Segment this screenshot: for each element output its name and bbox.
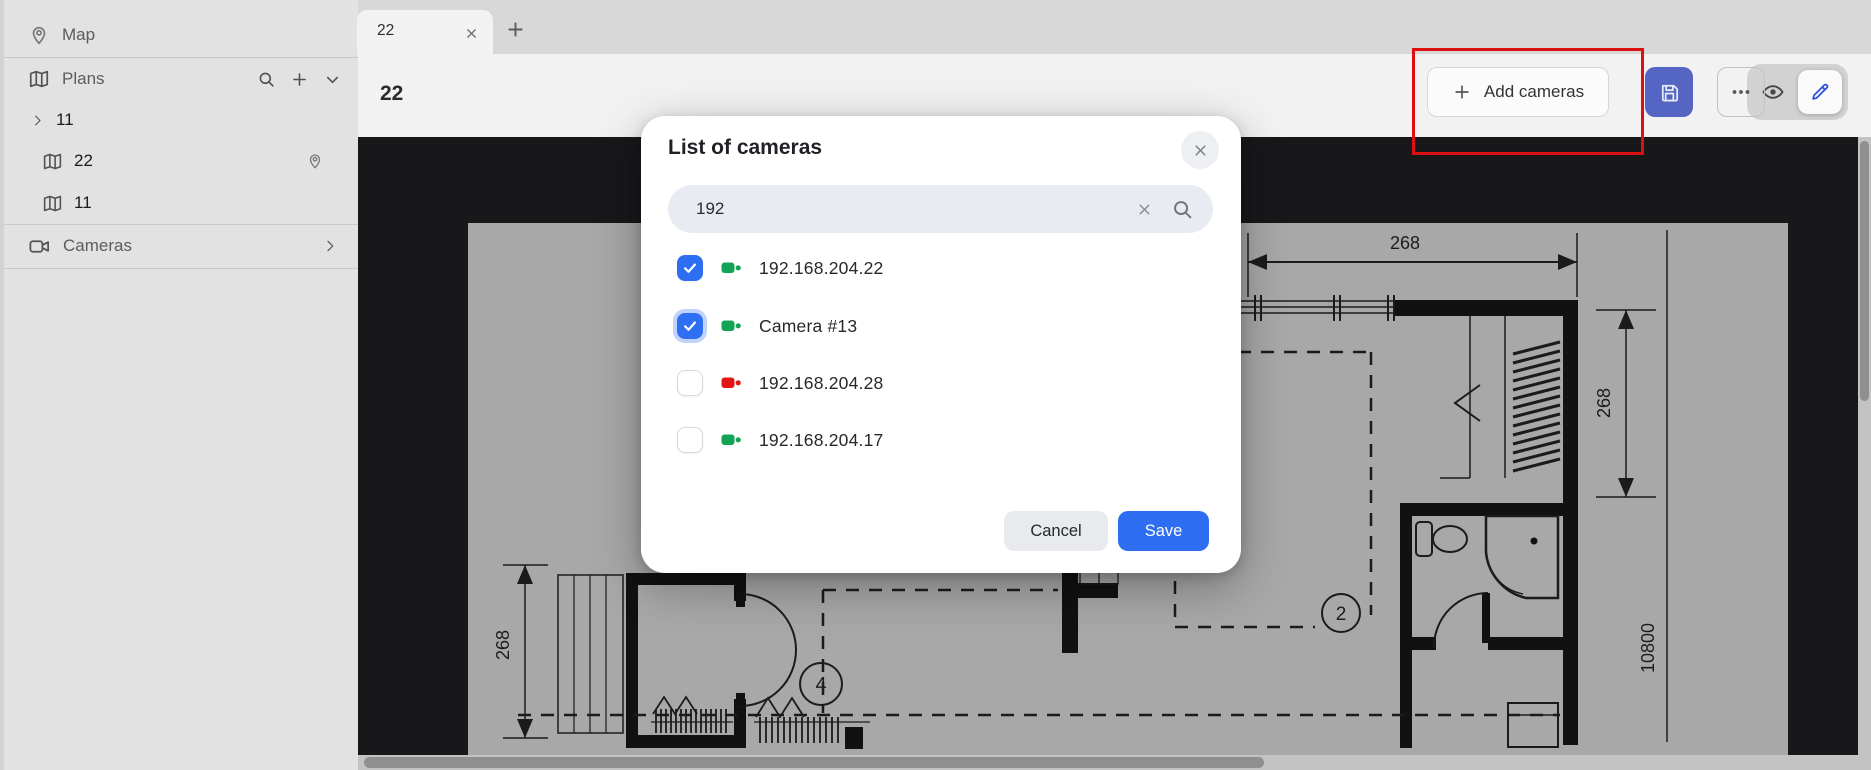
camera-name: 192.168.204.22: [759, 258, 883, 279]
camera-checkbox[interactable]: [677, 370, 703, 396]
camera-name: Camera #13: [759, 316, 857, 337]
plus-icon: [1452, 82, 1472, 102]
tree-item-label: 11: [56, 110, 74, 130]
sidebar-item-map[interactable]: Map: [4, 14, 358, 56]
chevron-right-icon[interactable]: [30, 113, 45, 128]
search-icon[interactable]: [257, 70, 276, 89]
edit-mode-pencil-icon[interactable]: [1798, 70, 1842, 114]
sidebar-cameras-label: Cameras: [63, 236, 132, 256]
sidebar-plans-label: Plans: [62, 69, 105, 89]
list-of-cameras-dialog: List of cameras 192.168.204.22: [641, 116, 1241, 573]
check-icon: [681, 259, 699, 277]
sidebar-tree-group-11[interactable]: 11: [4, 99, 358, 141]
cancel-button[interactable]: Cancel: [1004, 511, 1108, 551]
map-icon: [28, 68, 50, 90]
camera-checkbox[interactable]: [677, 427, 703, 453]
sidebar-item-cameras[interactable]: Cameras: [4, 225, 358, 267]
close-tab-icon[interactable]: [461, 23, 481, 43]
sidebar-item-plans[interactable]: Plans: [4, 58, 358, 100]
camera-status-icon: [721, 431, 742, 449]
sidebar-tree-plan-22[interactable]: 22: [4, 140, 358, 182]
save-button[interactable]: Save: [1118, 511, 1209, 551]
tab-bar: [358, 0, 1871, 54]
check-icon: [681, 317, 699, 335]
plan-dim-top: 268: [1390, 233, 1420, 253]
tree-item-label: 22: [74, 151, 93, 171]
sidebar: Map Plans 11: [0, 0, 358, 770]
camera-status-icon: [721, 259, 742, 277]
camera-list-item[interactable]: Camera #13: [668, 306, 1213, 346]
plan-dim-total: 10800: [1638, 623, 1658, 673]
scrollbar-thumb[interactable]: [1860, 141, 1869, 401]
location-pin-icon: [28, 24, 50, 46]
video-camera-icon: [28, 235, 51, 258]
more-options-button[interactable]: [1717, 67, 1765, 117]
ellipsis-icon: [1729, 80, 1753, 104]
camera-name: 192.168.204.17: [759, 430, 883, 451]
camera-list-item[interactable]: 192.168.204.17: [668, 420, 1213, 460]
camera-checkbox[interactable]: [677, 313, 703, 339]
close-icon[interactable]: [1181, 131, 1219, 169]
app-window: Map Plans 11: [0, 0, 1871, 770]
camera-list-item[interactable]: 192.168.204.22: [668, 248, 1213, 288]
add-cameras-button[interactable]: Add cameras: [1427, 67, 1609, 117]
clear-search-icon[interactable]: [1133, 198, 1155, 220]
chevron-right-icon[interactable]: [322, 238, 338, 254]
tree-item-label: 11: [74, 193, 92, 213]
location-pin-icon[interactable]: [306, 152, 324, 170]
camera-status-icon: [721, 317, 742, 335]
plan-dim-left: 268: [493, 630, 513, 660]
camera-status-icon: [721, 374, 742, 392]
add-plan-icon[interactable]: [290, 70, 309, 89]
page-title: 22: [380, 82, 403, 106]
plan-room-marker-2: 2: [1336, 604, 1347, 625]
map-icon: [42, 193, 63, 214]
horizontal-scrollbar[interactable]: [358, 755, 1871, 770]
camera-list-item[interactable]: 192.168.204.28: [668, 363, 1213, 403]
search-icon[interactable]: [1169, 196, 1195, 222]
add-cameras-label: Add cameras: [1484, 82, 1584, 102]
tab-plan-22[interactable]: 22: [357, 10, 493, 54]
camera-name: 192.168.204.28: [759, 373, 883, 394]
sidebar-divider: [4, 268, 358, 269]
search-input[interactable]: [694, 198, 1133, 220]
camera-checkbox[interactable]: [677, 255, 703, 281]
save-plan-button[interactable]: [1645, 67, 1693, 117]
floppy-save-icon: [1658, 81, 1681, 104]
chevron-down-icon[interactable]: [323, 70, 342, 89]
vertical-scrollbar[interactable]: [1858, 137, 1871, 755]
tab-label: 22: [377, 22, 394, 40]
new-tab-icon[interactable]: [502, 16, 528, 42]
map-icon: [42, 151, 63, 172]
plan-dim-right: 268: [1594, 388, 1614, 418]
sidebar-map-label: Map: [62, 25, 95, 45]
dialog-title: List of cameras: [668, 136, 822, 160]
scrollbar-thumb[interactable]: [364, 757, 1264, 768]
camera-search-field: [668, 185, 1213, 233]
plan-room-marker-4: 4: [815, 674, 826, 696]
sidebar-tree-plan-11[interactable]: 11: [4, 182, 358, 224]
